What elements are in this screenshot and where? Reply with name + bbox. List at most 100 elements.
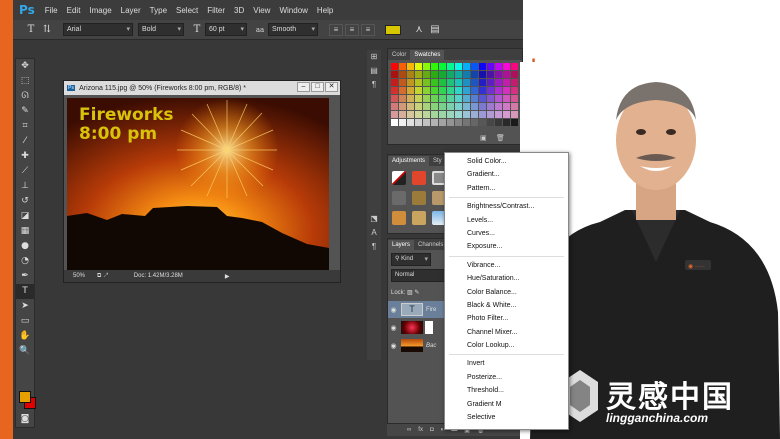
layer-row-text[interactable]: ◉ T Fire: [388, 301, 448, 318]
anti-alias-dropdown[interactable]: Smooth: [268, 23, 318, 36]
swatch-cell[interactable]: [391, 95, 398, 102]
swatch-cell[interactable]: [431, 63, 438, 70]
swatch-cell[interactable]: [479, 111, 486, 118]
swatch-cell[interactable]: [439, 103, 446, 110]
canvas-text-layer[interactable]: Fireworks 8:00 pm: [79, 106, 174, 144]
swatch-cell[interactable]: [479, 79, 486, 86]
blend-mode-dropdown[interactable]: Normal: [391, 269, 451, 282]
swatch-cell[interactable]: [479, 103, 486, 110]
swatch-cell[interactable]: [479, 119, 486, 126]
menu-item-invert[interactable]: Invert: [445, 357, 568, 370]
swatch-cell[interactable]: [431, 119, 438, 126]
history-brush-tool-icon[interactable]: ↺: [16, 194, 34, 209]
swatch-cell[interactable]: [407, 111, 414, 118]
character-panel-icon[interactable]: ▤: [427, 23, 443, 37]
swatch-cell[interactable]: [391, 79, 398, 86]
character-panel-icon[interactable]: A: [367, 226, 381, 240]
swatch-cell[interactable]: [431, 95, 438, 102]
swatch-cell[interactable]: [503, 71, 510, 78]
swatch-cell[interactable]: [471, 63, 478, 70]
lock-position-icon[interactable]: ✎: [414, 290, 419, 296]
swatch-cell[interactable]: [511, 79, 518, 86]
menu-item-channel-mixer[interactable]: Channel Mixer...: [445, 326, 568, 339]
new-swatch-icon[interactable]: ▣: [480, 134, 487, 142]
align-center-icon[interactable]: ≡: [345, 23, 359, 36]
menu-item-posterize[interactable]: Posterize...: [445, 371, 568, 384]
tab-color[interactable]: Color: [388, 50, 410, 60]
swatch-cell[interactable]: [415, 87, 422, 94]
swatch-cell[interactable]: [415, 79, 422, 86]
swatch-cell[interactable]: [415, 63, 422, 70]
menu-help[interactable]: Help: [317, 6, 333, 15]
menu-item-solid-color[interactable]: Solid Color...: [445, 155, 568, 168]
swatch-cell[interactable]: [503, 63, 510, 70]
fx-icon[interactable]: fx: [418, 427, 423, 433]
swatch-cell[interactable]: [503, 119, 510, 126]
healing-brush-tool-icon[interactable]: ✚: [16, 149, 34, 164]
mask-icon[interactable]: ◘: [430, 427, 434, 433]
swatch-cell[interactable]: [479, 71, 486, 78]
swatch-cell[interactable]: [487, 79, 494, 86]
swatch-cell[interactable]: [479, 87, 486, 94]
swatch-cell[interactable]: [407, 95, 414, 102]
menu-item-black-white[interactable]: Black & White...: [445, 299, 568, 312]
swatch-cell[interactable]: [423, 111, 430, 118]
swatch-cell[interactable]: [471, 119, 478, 126]
swatch-cell[interactable]: [455, 103, 462, 110]
swatch-cell[interactable]: [503, 103, 510, 110]
swatch-cell[interactable]: [495, 63, 502, 70]
swatch-cell[interactable]: [391, 111, 398, 118]
menu-item-photo-filter[interactable]: Photo Filter...: [445, 312, 568, 325]
menu-image[interactable]: Image: [89, 6, 111, 15]
quick-select-tool-icon[interactable]: ✎: [16, 104, 34, 119]
no-style-icon[interactable]: [392, 171, 406, 185]
swatch-cell[interactable]: [447, 87, 454, 94]
swatch-cell[interactable]: [503, 95, 510, 102]
close-icon[interactable]: ✕: [325, 82, 338, 92]
swatch-cell[interactable]: [439, 79, 446, 86]
menu-item-color-lookup[interactable]: Color Lookup...: [445, 339, 568, 352]
zoom-level[interactable]: 50%: [73, 273, 85, 279]
swatch-cell[interactable]: [455, 87, 462, 94]
swatch-cell[interactable]: [487, 71, 494, 78]
swatch-cell[interactable]: [463, 103, 470, 110]
swatch-cell[interactable]: [431, 111, 438, 118]
swatch-cell[interactable]: [503, 79, 510, 86]
swatch-cell[interactable]: [415, 71, 422, 78]
tab-adjustments[interactable]: Adjustments: [388, 156, 430, 166]
document-title-bar[interactable]: Ps Arizona 115.jpg @ 50% (Fireworks 8:00…: [64, 81, 340, 95]
minimize-icon[interactable]: –: [297, 82, 310, 92]
swatch-cell[interactable]: [407, 79, 414, 86]
swatch-cell[interactable]: [511, 63, 518, 70]
visibility-eye-icon[interactable]: ◉: [388, 342, 399, 350]
swatch-cell[interactable]: [511, 103, 518, 110]
align-left-icon[interactable]: ≡: [329, 23, 343, 36]
style-red-icon[interactable]: [412, 171, 426, 185]
menu-item-hue-saturation[interactable]: Hue/Saturation...: [445, 272, 568, 285]
swatch-cell[interactable]: [455, 95, 462, 102]
pen-tool-icon[interactable]: ✒: [16, 269, 34, 284]
swatch-cell[interactable]: [471, 71, 478, 78]
menu-window[interactable]: Window: [279, 6, 307, 15]
tab-swatches[interactable]: Swatches: [410, 50, 445, 60]
menu-item-gradient[interactable]: Gradient...: [445, 168, 568, 181]
swatch-cell[interactable]: [455, 119, 462, 126]
swatch-cell[interactable]: [495, 103, 502, 110]
swatch-cell[interactable]: [391, 71, 398, 78]
style-sand-icon[interactable]: [412, 211, 426, 225]
swatch-cell[interactable]: [471, 103, 478, 110]
swatch-cell[interactable]: [399, 79, 406, 86]
move-tool-icon[interactable]: ✥: [16, 59, 34, 74]
swatch-cell[interactable]: [463, 95, 470, 102]
swatch-cell[interactable]: [495, 87, 502, 94]
swatch-cell[interactable]: [487, 87, 494, 94]
swatch-cell[interactable]: [431, 103, 438, 110]
status-menu-arrow-icon[interactable]: ▶: [225, 273, 230, 280]
crop-tool-icon[interactable]: ⌗: [16, 119, 34, 134]
align-right-icon[interactable]: ≡: [361, 23, 375, 36]
swatch-cell[interactable]: [463, 63, 470, 70]
swatch-cell[interactable]: [455, 111, 462, 118]
swatch-cell[interactable]: [447, 111, 454, 118]
swatch-cell[interactable]: [415, 95, 422, 102]
swatch-cell[interactable]: [471, 79, 478, 86]
